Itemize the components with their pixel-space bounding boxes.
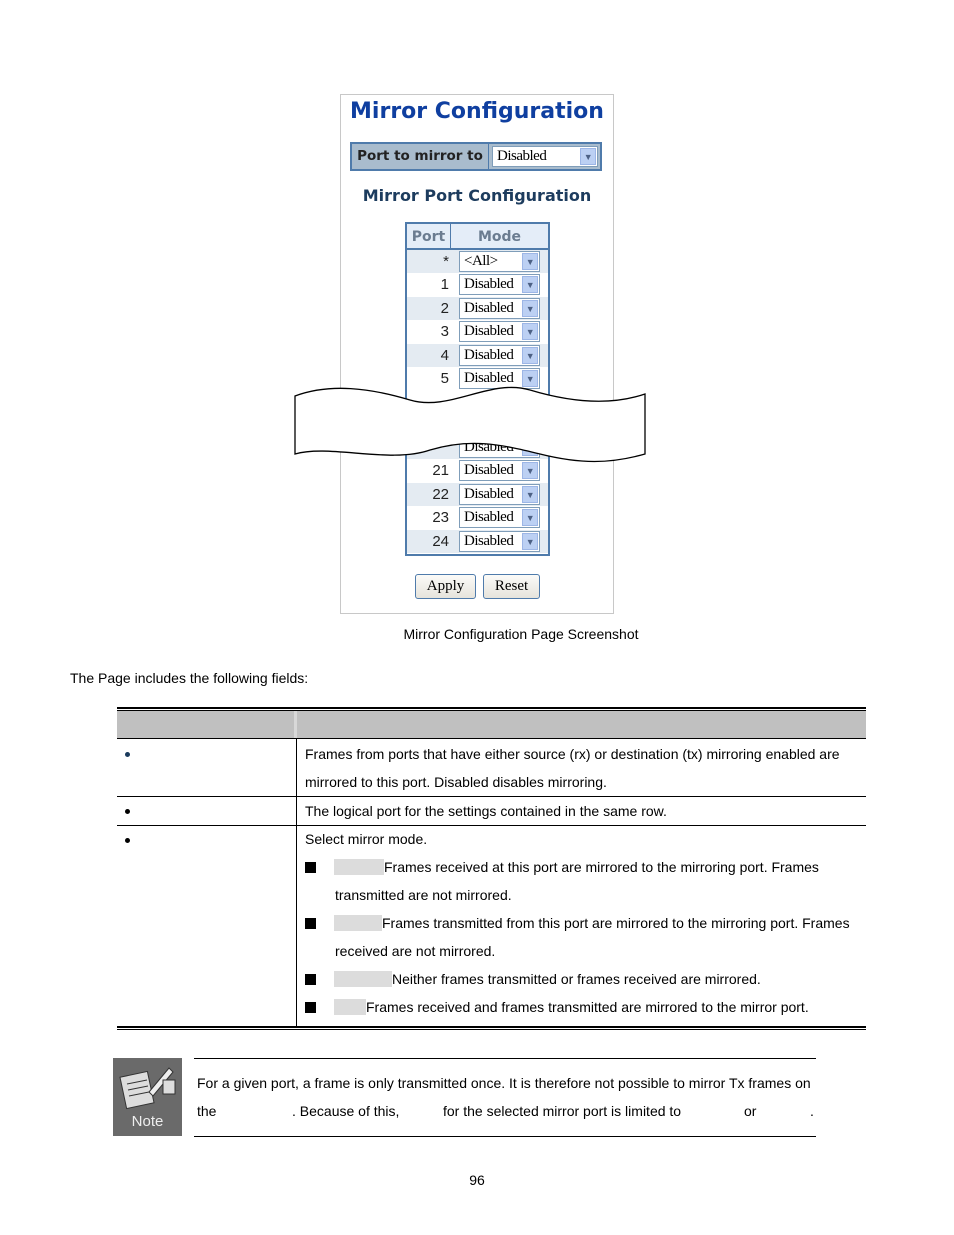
chevron-down-icon: ▼ (580, 148, 596, 165)
mode-select[interactable]: <All> ▼ (459, 251, 540, 272)
note-line1: For a given port, a frame is only transm… (197, 1075, 811, 1091)
port-number: 2 (440, 299, 449, 317)
mode-select[interactable]: Disabled ▼ (459, 530, 540, 552)
port-row: 22 Disabled ▼ (407, 482, 548, 507)
note-label: Note (131, 1113, 164, 1130)
chevron-down-icon: ▼ (522, 485, 538, 503)
mode-select[interactable]: Disabled ▼ (459, 344, 540, 366)
port-to-mirror-to-label: Port to mirror to (352, 144, 489, 169)
header-port: Port (407, 224, 451, 250)
fields-table: Frames from ports that have either sourc… (117, 707, 866, 1032)
select-value: Disabled (464, 299, 514, 316)
mode-item: Frames received at this port are mirrore… (305, 853, 850, 881)
note-text: or (744, 1103, 757, 1119)
reset-button[interactable]: Reset (483, 574, 540, 599)
figure-caption: Mirror Configuration Page Screenshot (403, 626, 639, 642)
mode-item: Frames received and frames transmitted a… (305, 993, 850, 1021)
port-number: * (443, 253, 449, 270)
apply-button[interactable]: Apply (415, 574, 476, 599)
port-row: 3 Disabled ▼ (407, 320, 548, 343)
table-header (117, 711, 866, 738)
mode-item: Neither frames transmitted or frames rec… (305, 965, 850, 993)
page-break-wave (294, 386, 646, 463)
mirror-port-config-title: Mirror Port Configuration (362, 186, 592, 205)
note-icon: Note (113, 1058, 182, 1136)
row1-desc: Frames from ports that have either sourc… (305, 746, 840, 790)
select-value: Disabled (464, 485, 514, 502)
chevron-down-icon: ▼ (522, 253, 538, 270)
note-text: the (197, 1103, 217, 1119)
row3-desc: Select mirror mode. Frames received at t… (305, 825, 850, 1021)
manual-page: Mirror Configuration Port to mirror to D… (0, 0, 954, 1235)
select-value: <All> (464, 253, 498, 269)
port-row: 2 Disabled ▼ (407, 296, 548, 321)
select-value: Disabled (464, 509, 514, 526)
port-to-mirror-to-select[interactable]: Disabled ▼ (492, 146, 598, 167)
chevron-down-icon: ▼ (522, 346, 538, 364)
select-value: Disabled (464, 532, 514, 549)
mode-select[interactable]: Disabled ▼ (459, 297, 540, 319)
mode-item: Frames transmitted from this port are mi… (305, 909, 850, 937)
port-row: 24 Disabled ▼ (407, 529, 548, 553)
chevron-down-icon: ▼ (522, 509, 538, 527)
port-row: * <All> ▼ (407, 250, 548, 274)
mode-select[interactable]: Disabled ▼ (459, 483, 540, 505)
chevron-down-icon: ▼ (522, 532, 538, 550)
port-row: 1 Disabled ▼ (407, 273, 548, 296)
port-number: 22 (432, 485, 449, 503)
chevron-down-icon: ▼ (522, 276, 538, 294)
header-mode: Mode (451, 224, 548, 250)
chevron-down-icon: ▼ (522, 323, 538, 341)
intro-text: The Page includes the following fields: (70, 670, 309, 686)
note-text: . (810, 1103, 814, 1119)
port-number: 4 (440, 346, 449, 364)
select-value: Disabled (464, 323, 514, 340)
bullet (125, 752, 130, 757)
select-value: Disabled (464, 276, 514, 293)
mirror-config-title: Mirror Configuration (350, 99, 604, 124)
mode-select[interactable]: Disabled ▼ (459, 321, 540, 343)
select-value: Disabled (464, 346, 514, 363)
row2-desc: The logical port for the settings contai… (305, 803, 667, 819)
port-number: 1 (440, 276, 449, 294)
port-row: 23 Disabled ▼ (407, 506, 548, 529)
note-text: . Because of this, (292, 1103, 400, 1119)
note-text: for the selected mirror port is limited … (443, 1103, 682, 1119)
bullet (125, 838, 130, 843)
bullet (125, 809, 130, 814)
page-number: 96 (469, 1172, 485, 1188)
port-number: 3 (440, 323, 449, 341)
port-number: 24 (432, 532, 449, 550)
mode-select[interactable]: Disabled ▼ (459, 274, 540, 296)
mode-select[interactable]: Disabled ▼ (459, 507, 540, 529)
select-value: Disabled (497, 148, 547, 164)
port-number: 23 (432, 509, 449, 527)
port-row: 4 Disabled ▼ (407, 343, 548, 367)
chevron-down-icon: ▼ (522, 299, 538, 317)
port-to-mirror-to-row: Port to mirror to Disabled ▼ (350, 142, 602, 171)
